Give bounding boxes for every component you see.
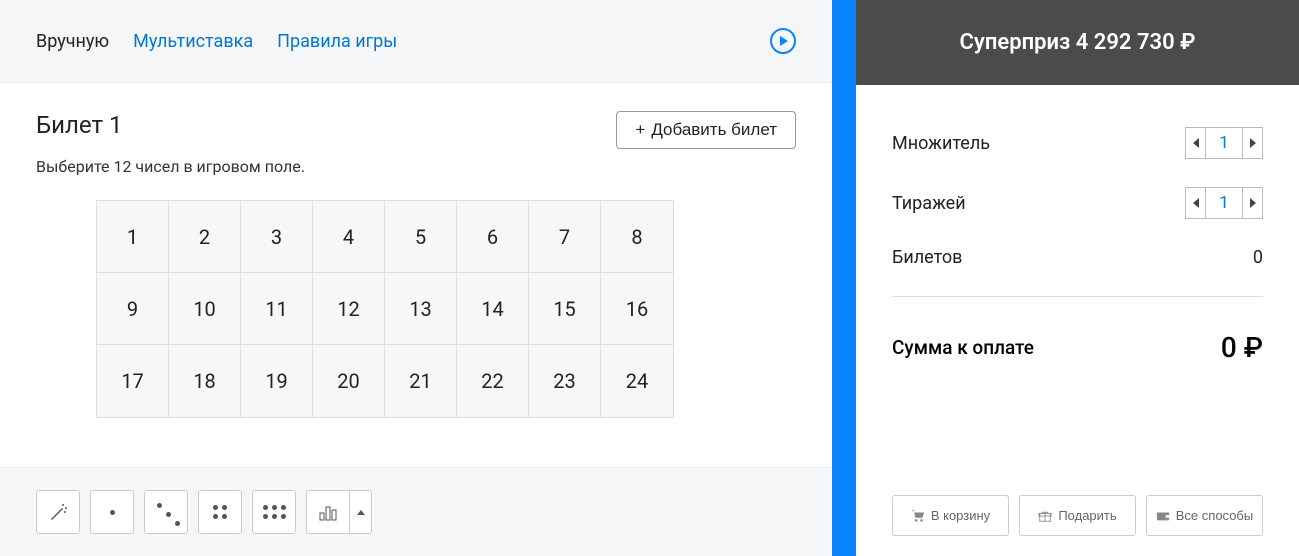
super-prize-banner: Суперприз 4 292 730 ₽ — [856, 0, 1299, 85]
number-cell-6[interactable]: 6 — [457, 201, 529, 273]
number-cell-4[interactable]: 4 — [313, 201, 385, 273]
add-to-cart-button[interactable]: В корзину — [892, 495, 1009, 536]
draws-decrease-button[interactable] — [1186, 188, 1206, 218]
number-cell-10[interactable]: 10 — [169, 273, 241, 345]
cart-label: В корзину — [931, 508, 990, 523]
stats-dropdown-button[interactable] — [350, 490, 372, 534]
gift-icon — [1038, 509, 1052, 523]
chevron-left-icon — [1193, 198, 1199, 208]
bar-chart-icon — [319, 503, 337, 521]
wallet-icon — [1156, 509, 1170, 523]
play-button[interactable] — [770, 28, 796, 54]
number-cell-5[interactable]: 5 — [385, 201, 457, 273]
action-bar: В корзину Подарить Все способы — [856, 495, 1299, 556]
chevron-right-icon — [1250, 198, 1256, 208]
number-cell-24[interactable]: 24 — [601, 345, 673, 417]
summary-panel: Множитель 1 Тиражей 1 Билетов 0 Сумма к … — [856, 85, 1299, 495]
gift-label: Подарить — [1058, 508, 1116, 523]
dice-4-button[interactable] — [198, 490, 242, 534]
draws-increase-button[interactable] — [1242, 188, 1262, 218]
dice-3-icon — [157, 503, 175, 521]
ticket-area: Билет 1 + Добавить билет Выберите 12 чис… — [0, 83, 832, 467]
draws-stepper: 1 — [1185, 187, 1263, 219]
ticket-subtitle: Выберите 12 чисел в игровом поле. — [36, 157, 796, 176]
magic-wand-button[interactable] — [36, 490, 80, 534]
number-cell-18[interactable]: 18 — [169, 345, 241, 417]
number-cell-21[interactable]: 21 — [385, 345, 457, 417]
tab-multi[interactable]: Мультиставка — [133, 31, 253, 52]
multiplier-label: Множитель — [892, 133, 990, 154]
dice-3-button[interactable] — [144, 490, 188, 534]
multiplier-value: 1 — [1206, 133, 1242, 153]
add-ticket-label: Добавить билет — [651, 120, 777, 140]
tickets-label: Билетов — [892, 247, 962, 268]
panel-divider — [832, 0, 856, 556]
number-cell-13[interactable]: 13 — [385, 273, 457, 345]
stats-button[interactable] — [306, 490, 350, 534]
number-cell-1[interactable]: 1 — [97, 201, 169, 273]
add-ticket-button[interactable]: + Добавить билет — [616, 111, 796, 149]
number-grid: 123456789101112131415161718192021222324 — [96, 200, 674, 418]
number-cell-12[interactable]: 12 — [313, 273, 385, 345]
tabs-bar: Вручную Мультиставка Правила игры — [0, 0, 832, 83]
dice-1-icon — [110, 510, 115, 515]
play-icon — [780, 36, 788, 46]
number-cell-15[interactable]: 15 — [529, 273, 601, 345]
total-amount: 0 ₽ — [1221, 331, 1263, 364]
chevron-right-icon — [1250, 138, 1256, 148]
number-cell-2[interactable]: 2 — [169, 201, 241, 273]
multiplier-increase-button[interactable] — [1242, 128, 1262, 158]
draws-value: 1 — [1206, 193, 1242, 213]
gift-button[interactable]: Подарить — [1019, 495, 1136, 536]
number-cell-8[interactable]: 8 — [601, 201, 673, 273]
number-cell-23[interactable]: 23 — [529, 345, 601, 417]
all-methods-button[interactable]: Все способы — [1146, 495, 1263, 536]
number-cell-22[interactable]: 22 — [457, 345, 529, 417]
summary-divider — [892, 296, 1263, 297]
number-cell-7[interactable]: 7 — [529, 201, 601, 273]
plus-icon: + — [635, 120, 645, 140]
chevron-up-icon — [357, 510, 365, 515]
number-cell-20[interactable]: 20 — [313, 345, 385, 417]
number-cell-9[interactable]: 9 — [97, 273, 169, 345]
tab-rules[interactable]: Правила игры — [277, 31, 397, 52]
number-cell-11[interactable]: 11 — [241, 273, 313, 345]
all-methods-label: Все способы — [1176, 508, 1253, 523]
tab-manual[interactable]: Вручную — [36, 31, 109, 52]
number-cell-17[interactable]: 17 — [97, 345, 169, 417]
chevron-left-icon — [1193, 138, 1199, 148]
number-cell-3[interactable]: 3 — [241, 201, 313, 273]
magic-wand-icon — [48, 502, 68, 522]
dice-4-icon — [213, 505, 227, 519]
total-label: Сумма к оплате — [892, 336, 1034, 359]
multiplier-stepper: 1 — [1185, 127, 1263, 159]
number-cell-16[interactable]: 16 — [601, 273, 673, 345]
tickets-value: 0 — [1253, 247, 1263, 268]
ticket-title: Билет 1 — [36, 111, 122, 139]
cart-icon — [911, 509, 925, 523]
number-cell-19[interactable]: 19 — [241, 345, 313, 417]
dice-1-button[interactable] — [90, 490, 134, 534]
multiplier-decrease-button[interactable] — [1186, 128, 1206, 158]
number-cell-14[interactable]: 14 — [457, 273, 529, 345]
draws-label: Тиражей — [892, 193, 966, 214]
bottom-toolbar — [0, 467, 832, 556]
dice-6-button[interactable] — [252, 490, 296, 534]
dice-6-icon — [263, 505, 286, 519]
